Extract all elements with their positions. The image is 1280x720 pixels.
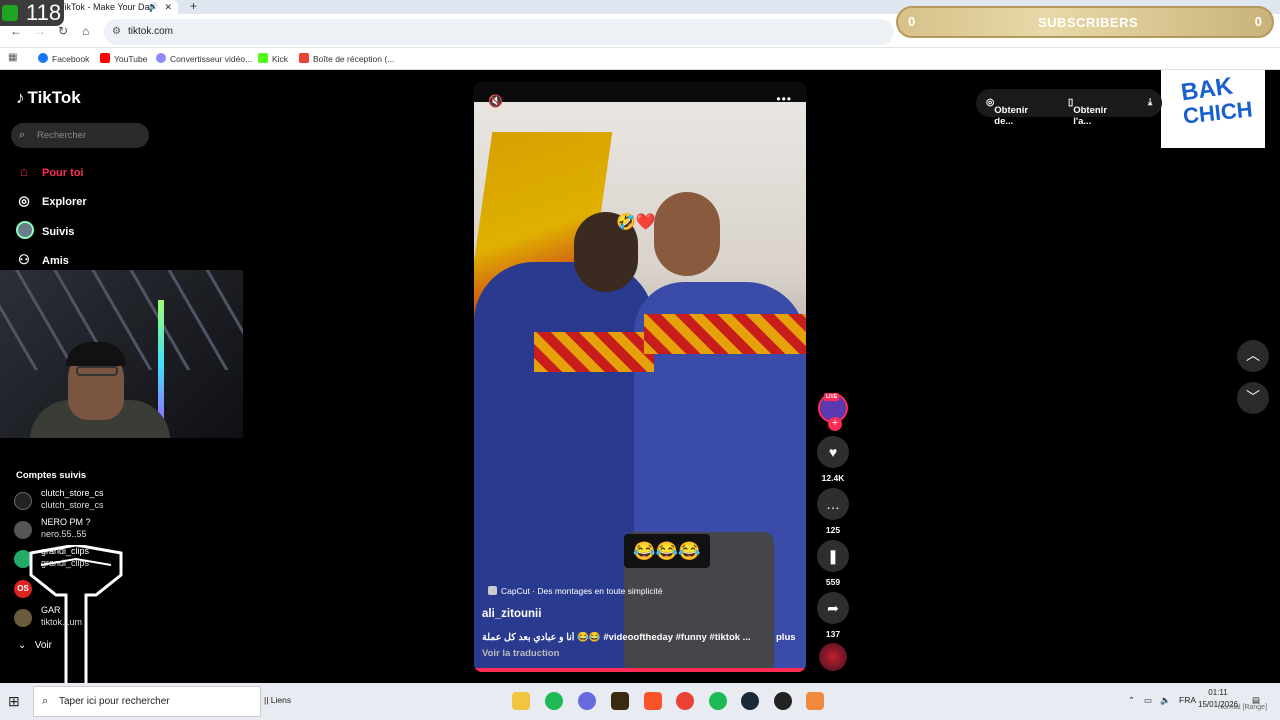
- converter-icon: [156, 53, 166, 63]
- search-icon: ⌕: [19, 129, 26, 141]
- brave-icon[interactable]: [644, 692, 662, 710]
- close-tab-icon[interactable]: ✕: [164, 0, 172, 14]
- compass-icon: ◎: [18, 193, 30, 208]
- taskbar-search-input[interactable]: ⌕ Taper ici pour rechercher: [33, 686, 261, 717]
- friends-icon: ⚇: [18, 252, 30, 267]
- caption-more-button[interactable]: plus: [776, 632, 796, 643]
- get-app-bar: ◎ Obtenir de... ▯ Obtenir l'a... ⤓: [976, 89, 1162, 127]
- save-button[interactable]: ❚ 559: [816, 540, 850, 587]
- bookmark-facebook[interactable]: Facebook: [38, 52, 89, 66]
- watermark: Normal [Range]: [1218, 704, 1268, 711]
- nav-suivis[interactable]: Suivis: [16, 221, 74, 239]
- facebook-icon: [38, 53, 48, 63]
- download-icon[interactable]: ⤓: [1148, 97, 1152, 108]
- nav-amis[interactable]: ⚇ Amis: [16, 252, 69, 268]
- reaction-emoji: 🤣❤️: [616, 214, 656, 231]
- url-field[interactable]: ⚙ tiktok.com: [104, 19, 894, 45]
- search-icon: ⌕: [42, 695, 49, 707]
- app-icon[interactable]: [578, 692, 596, 710]
- bookmark-kick[interactable]: Kick: [258, 52, 288, 66]
- heart-icon: ♥: [817, 436, 849, 468]
- translate-button[interactable]: Voir la traduction: [482, 648, 559, 659]
- language-indicator[interactable]: FRA: [1179, 695, 1196, 705]
- share-button[interactable]: ➦ 137: [816, 592, 850, 639]
- new-tab-button[interactable]: +: [190, 0, 197, 12]
- nav-pour-toi[interactable]: ⌂ Pour toi: [16, 164, 84, 179]
- windows-start-icon[interactable]: ⊞: [8, 693, 20, 710]
- mute-icon[interactable]: 🔇: [488, 94, 503, 108]
- site-info-icon[interactable]: ⚙: [112, 19, 121, 45]
- avatar: [14, 492, 32, 510]
- tray-chevron-icon[interactable]: ⌃: [1128, 695, 1135, 706]
- live-badge: LIVE: [824, 393, 840, 401]
- brand-logo: BAK CHICH: [1161, 70, 1265, 148]
- subscribers-overlay: 0 SUBSCRIBERS 0: [896, 6, 1274, 38]
- avatar: [16, 221, 34, 239]
- spotify-icon[interactable]: [545, 692, 563, 710]
- capcut-label[interactable]: CapCut · Des montages en toute simplicit…: [488, 586, 663, 596]
- tiktok-logo[interactable]: ♪ TikTok: [16, 88, 81, 108]
- steam-icon[interactable]: [741, 692, 759, 710]
- search-input[interactable]: ⌕ Rechercher: [11, 123, 149, 148]
- follow-plus-icon[interactable]: +: [828, 417, 842, 431]
- links-toolbar[interactable]: || Liens: [264, 695, 291, 705]
- spotify-icon[interactable]: [709, 692, 727, 710]
- shield-logo-overlay: [29, 545, 123, 685]
- get-coins-button[interactable]: ◎ Obtenir de...: [986, 97, 1028, 127]
- avatar: [14, 521, 32, 539]
- obs-icon[interactable]: [774, 692, 792, 710]
- volume-icon[interactable]: 🔈: [1160, 695, 1171, 706]
- like-button[interactable]: ♥ 12.4K: [816, 436, 850, 483]
- forward-icon[interactable]: →: [34, 24, 46, 38]
- tiktok-note-icon: ♪: [16, 88, 25, 107]
- stream-counter: 118: [0, 0, 64, 26]
- previous-video-button[interactable]: ︿: [1237, 340, 1269, 372]
- comment-button[interactable]: … 125: [816, 488, 850, 535]
- creator-avatar-live[interactable]: LIVE +: [818, 393, 848, 431]
- gmail-icon: [299, 53, 309, 63]
- illustrator-icon[interactable]: [611, 692, 629, 710]
- capcut-icon: [488, 586, 497, 595]
- emoji-sticker: 😂😂😂: [624, 534, 710, 568]
- file-explorer-icon[interactable]: [512, 692, 530, 710]
- bookmark-gmail[interactable]: Boîte de réception (...: [299, 52, 394, 66]
- youtube-icon: [100, 53, 110, 63]
- reload-icon[interactable]: ↻: [58, 24, 68, 38]
- network-icon[interactable]: ▭: [1144, 695, 1152, 706]
- url-text: tiktok.com: [128, 26, 174, 37]
- home-icon: ⌂: [20, 164, 28, 179]
- bookmarks-bar: ▦ Facebook YouTube Convertisseur vidéo..…: [0, 48, 1280, 70]
- kick-logo-icon: [2, 5, 18, 21]
- followed-accounts-title: Comptes suivis: [16, 470, 87, 481]
- more-options-icon[interactable]: •••: [776, 92, 792, 106]
- bookmark-icon: ❚: [817, 540, 849, 572]
- get-app-button[interactable]: ▯ Obtenir l'a...: [1068, 97, 1107, 127]
- video-caption: أنا و عبادي بعد كل عملة 😂😂 #videooftheda…: [482, 632, 751, 643]
- video-author[interactable]: ali_zitounii: [482, 608, 541, 620]
- speaker-icon[interactable]: 🔊: [148, 0, 158, 14]
- chevron-down-icon: ﹀: [1246, 389, 1260, 405]
- nav-explorer[interactable]: ◎ Explorer: [16, 193, 86, 209]
- chevron-up-icon: ︿: [1246, 347, 1260, 363]
- bookmark-youtube[interactable]: YouTube: [100, 52, 147, 66]
- share-icon: ➦: [817, 592, 849, 624]
- video-progress-bar[interactable]: [474, 668, 806, 672]
- app-icon[interactable]: [806, 692, 824, 710]
- home-icon[interactable]: ⌂: [82, 24, 89, 38]
- webcam-overlay: [0, 270, 243, 438]
- kick-icon: [258, 53, 268, 63]
- comment-icon: …: [817, 488, 849, 520]
- windows-taskbar: ⊞ ⌕ Taper ici pour rechercher || Liens ⌃…: [0, 683, 1280, 720]
- next-video-button[interactable]: ﹀: [1237, 382, 1269, 414]
- apps-icon[interactable]: ▦: [8, 52, 17, 63]
- video-player[interactable]: 🔇 ••• 🤣❤️ 😂😂😂 CapCut · Des montages en t…: [474, 82, 806, 672]
- back-icon[interactable]: ←: [10, 24, 22, 38]
- followed-account[interactable]: clutch_store_cs clutch_store_cs: [14, 488, 154, 514]
- bookmark-convertisseur[interactable]: Convertisseur vidéo...: [156, 52, 252, 66]
- music-disc-icon[interactable]: [819, 643, 847, 671]
- followed-account[interactable]: NERO PM ? nero.55..55: [14, 517, 154, 543]
- chrome-icon[interactable]: [676, 692, 694, 710]
